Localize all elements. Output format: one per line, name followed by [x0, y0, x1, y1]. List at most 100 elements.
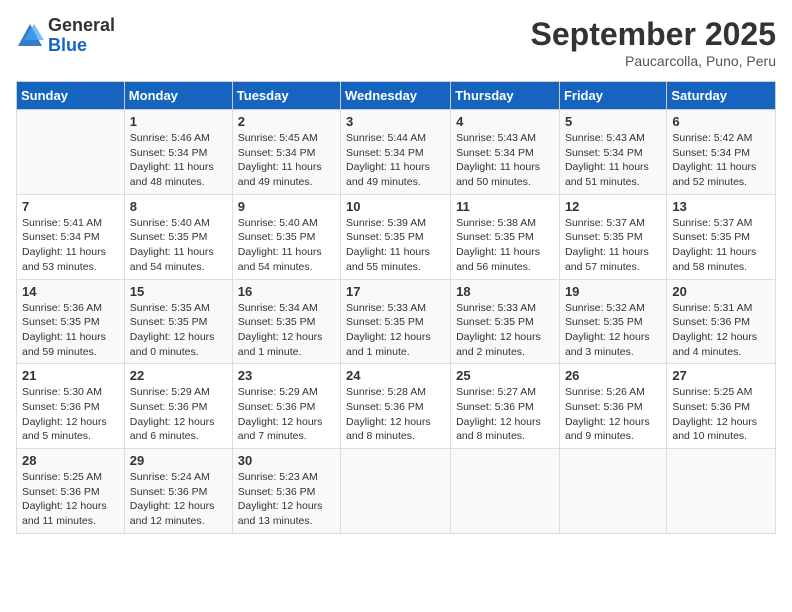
day-info: Sunrise: 5:29 AMSunset: 5:36 PMDaylight:… — [238, 385, 335, 444]
day-info: Sunrise: 5:35 AMSunset: 5:35 PMDaylight:… — [130, 301, 227, 360]
day-number: 12 — [565, 199, 661, 214]
day-number: 15 — [130, 284, 227, 299]
calendar-cell: 13 Sunrise: 5:37 AMSunset: 5:35 PMDayligh… — [667, 194, 776, 279]
calendar-cell: 7 Sunrise: 5:41 AMSunset: 5:34 PMDaylight… — [17, 194, 125, 279]
day-number: 24 — [346, 368, 445, 383]
day-info: Sunrise: 5:27 AMSunset: 5:36 PMDaylight:… — [456, 385, 554, 444]
day-number: 26 — [565, 368, 661, 383]
day-info: Sunrise: 5:37 AMSunset: 5:35 PMDaylight:… — [672, 216, 770, 275]
calendar-cell: 26 Sunrise: 5:26 AMSunset: 5:36 PMDayligh… — [559, 364, 666, 449]
calendar-cell: 4 Sunrise: 5:43 AMSunset: 5:34 PMDaylight… — [451, 110, 560, 195]
day-number: 20 — [672, 284, 770, 299]
day-info: Sunrise: 5:26 AMSunset: 5:36 PMDaylight:… — [565, 385, 661, 444]
day-info: Sunrise: 5:30 AMSunset: 5:36 PMDaylight:… — [22, 385, 119, 444]
calendar-cell: 3 Sunrise: 5:44 AMSunset: 5:34 PMDaylight… — [341, 110, 451, 195]
logo-text: General Blue — [48, 16, 115, 56]
day-info: Sunrise: 5:33 AMSunset: 5:35 PMDaylight:… — [346, 301, 445, 360]
day-number: 27 — [672, 368, 770, 383]
logo-general: General — [48, 15, 115, 35]
header-row: Sunday Monday Tuesday Wednesday Thursday… — [17, 82, 776, 110]
day-number: 2 — [238, 114, 335, 129]
day-number: 11 — [456, 199, 554, 214]
day-info: Sunrise: 5:38 AMSunset: 5:35 PMDaylight:… — [456, 216, 554, 275]
calendar-cell — [559, 449, 666, 534]
calendar-cell: 15 Sunrise: 5:35 AMSunset: 5:35 PMDayligh… — [124, 279, 232, 364]
day-number: 17 — [346, 284, 445, 299]
calendar-cell: 11 Sunrise: 5:38 AMSunset: 5:35 PMDayligh… — [451, 194, 560, 279]
calendar-week-3: 14 Sunrise: 5:36 AMSunset: 5:35 PMDayligh… — [17, 279, 776, 364]
calendar-cell: 23Sunrise: 5:29 AMSunset: 5:36 PMDayligh… — [232, 364, 340, 449]
calendar-week-1: 1 Sunrise: 5:46 AMSunset: 5:34 PMDaylight… — [17, 110, 776, 195]
day-number: 30 — [238, 453, 335, 468]
header-sunday: Sunday — [17, 82, 125, 110]
day-info: Sunrise: 5:23 AMSunset: 5:36 PMDaylight:… — [238, 470, 335, 529]
calendar-cell: 24 Sunrise: 5:28 AMSunset: 5:36 PMDayligh… — [341, 364, 451, 449]
day-info: Sunrise: 5:40 AMSunset: 5:35 PMDaylight:… — [238, 216, 335, 275]
day-number: 9 — [238, 199, 335, 214]
day-number: 29 — [130, 453, 227, 468]
calendar-table: Sunday Monday Tuesday Wednesday Thursday… — [16, 81, 776, 534]
day-number: 22 — [130, 368, 227, 383]
header-thursday: Thursday — [451, 82, 560, 110]
day-number: 21 — [22, 368, 119, 383]
calendar-cell: 2Sunrise: 5:45 AMSunset: 5:34 PMDaylight… — [232, 110, 340, 195]
day-info: Sunrise: 5:28 AMSunset: 5:36 PMDaylight:… — [346, 385, 445, 444]
day-number: 6 — [672, 114, 770, 129]
calendar-cell: 30 Sunrise: 5:23 AMSunset: 5:36 PMDayligh… — [232, 449, 340, 534]
day-info: Sunrise: 5:31 AMSunset: 5:36 PMDaylight:… — [672, 301, 770, 360]
calendar-header: Sunday Monday Tuesday Wednesday Thursday… — [17, 82, 776, 110]
day-info: Sunrise: 5:34 AMSunset: 5:35 PMDaylight:… — [238, 301, 335, 360]
logo-icon — [16, 22, 44, 50]
month-title: September 2025 — [531, 16, 776, 53]
calendar-cell: 19 Sunrise: 5:32 AMSunset: 5:35 PMDayligh… — [559, 279, 666, 364]
calendar-cell: 27 Sunrise: 5:25 AMSunset: 5:36 PMDayligh… — [667, 364, 776, 449]
day-number: 13 — [672, 199, 770, 214]
day-info: Sunrise: 5:46 AMSunset: 5:34 PMDaylight:… — [130, 131, 227, 190]
day-info: Sunrise: 5:42 AMSunset: 5:34 PMDaylight:… — [672, 131, 770, 190]
day-info: Sunrise: 5:36 AMSunset: 5:35 PMDaylight:… — [22, 301, 119, 360]
header-monday: Monday — [124, 82, 232, 110]
calendar-cell: 29 Sunrise: 5:24 AMSunset: 5:36 PMDayligh… — [124, 449, 232, 534]
day-number: 3 — [346, 114, 445, 129]
calendar-cell: 18Sunrise: 5:33 AMSunset: 5:35 PMDayligh… — [451, 279, 560, 364]
calendar-cell: 10Sunrise: 5:39 AMSunset: 5:35 PMDayligh… — [341, 194, 451, 279]
header-tuesday: Tuesday — [232, 82, 340, 110]
calendar-cell: 25 Sunrise: 5:27 AMSunset: 5:36 PMDayligh… — [451, 364, 560, 449]
title-block: September 2025 Paucarcolla, Puno, Peru — [531, 16, 776, 69]
calendar-cell: 20 Sunrise: 5:31 AMSunset: 5:36 PMDayligh… — [667, 279, 776, 364]
calendar-cell: 28Sunrise: 5:25 AMSunset: 5:36 PMDayligh… — [17, 449, 125, 534]
calendar-cell: 16 Sunrise: 5:34 AMSunset: 5:35 PMDayligh… — [232, 279, 340, 364]
calendar-cell: 6 Sunrise: 5:42 AMSunset: 5:34 PMDaylight… — [667, 110, 776, 195]
header-saturday: Saturday — [667, 82, 776, 110]
logo-blue: Blue — [48, 35, 87, 55]
day-info: Sunrise: 5:24 AMSunset: 5:36 PMDaylight:… — [130, 470, 227, 529]
day-number: 4 — [456, 114, 554, 129]
day-info: Sunrise: 5:29 AMSunset: 5:36 PMDaylight:… — [130, 385, 227, 444]
day-number: 19 — [565, 284, 661, 299]
calendar-cell — [451, 449, 560, 534]
calendar-cell: 1 Sunrise: 5:46 AMSunset: 5:34 PMDaylight… — [124, 110, 232, 195]
day-number: 7 — [22, 199, 119, 214]
day-info: Sunrise: 5:44 AMSunset: 5:34 PMDaylight:… — [346, 131, 445, 190]
calendar-cell — [17, 110, 125, 195]
day-number: 16 — [238, 284, 335, 299]
calendar-cell — [341, 449, 451, 534]
day-info: Sunrise: 5:32 AMSunset: 5:35 PMDaylight:… — [565, 301, 661, 360]
calendar-cell: 9 Sunrise: 5:40 AMSunset: 5:35 PMDaylight… — [232, 194, 340, 279]
page-header: General Blue September 2025 Paucarcolla,… — [16, 16, 776, 69]
day-number: 5 — [565, 114, 661, 129]
calendar-cell: 5Sunrise: 5:43 AMSunset: 5:34 PMDaylight… — [559, 110, 666, 195]
day-info: Sunrise: 5:41 AMSunset: 5:34 PMDaylight:… — [22, 216, 119, 275]
day-info: Sunrise: 5:43 AMSunset: 5:34 PMDaylight:… — [456, 131, 554, 190]
day-info: Sunrise: 5:25 AMSunset: 5:36 PMDaylight:… — [672, 385, 770, 444]
day-number: 14 — [22, 284, 119, 299]
day-number: 28 — [22, 453, 119, 468]
calendar-cell: 14 Sunrise: 5:36 AMSunset: 5:35 PMDayligh… — [17, 279, 125, 364]
day-number: 25 — [456, 368, 554, 383]
day-info: Sunrise: 5:37 AMSunset: 5:35 PMDaylight:… — [565, 216, 661, 275]
calendar-cell: 22 Sunrise: 5:29 AMSunset: 5:36 PMDayligh… — [124, 364, 232, 449]
header-friday: Friday — [559, 82, 666, 110]
day-number: 1 — [130, 114, 227, 129]
location-subtitle: Paucarcolla, Puno, Peru — [531, 53, 776, 69]
day-info: Sunrise: 5:40 AMSunset: 5:35 PMDaylight:… — [130, 216, 227, 275]
